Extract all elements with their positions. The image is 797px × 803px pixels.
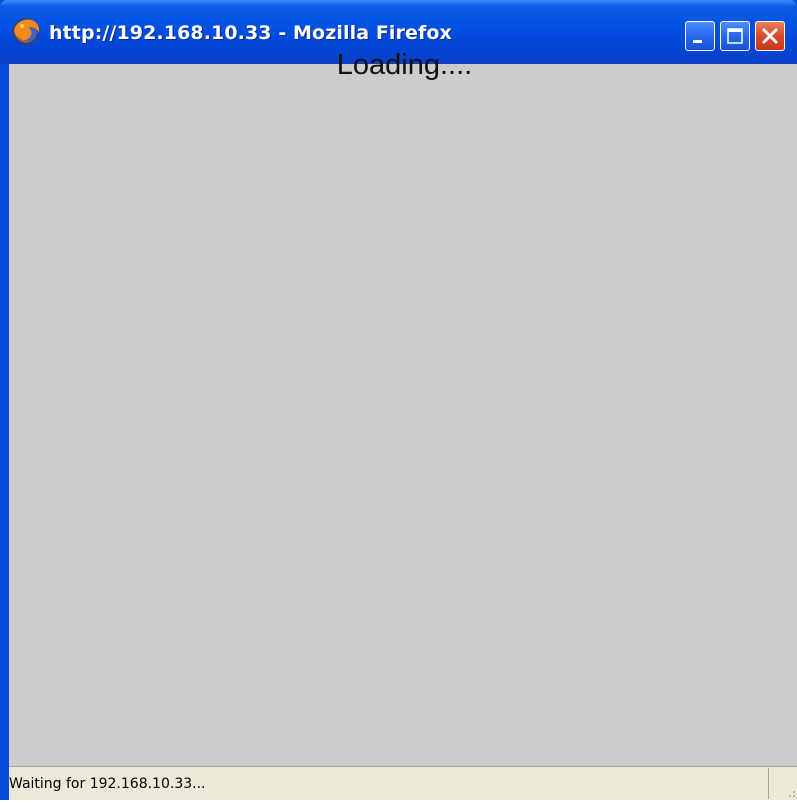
close-icon xyxy=(762,28,778,44)
status-text: Waiting for 192.168.10.33... xyxy=(9,776,206,792)
maximize-icon xyxy=(727,28,743,44)
resize-grip-icon[interactable] xyxy=(779,779,797,799)
loading-message: Loading.... xyxy=(336,49,473,81)
close-button[interactable] xyxy=(755,21,785,51)
firefox-icon[interactable] xyxy=(10,16,42,48)
page-content xyxy=(9,64,797,766)
status-bar: Waiting for 192.168.10.33... xyxy=(9,766,797,800)
minimize-button[interactable] xyxy=(685,21,715,51)
minimize-icon xyxy=(693,40,702,43)
browser-window: http://192.168.10.33 - Mozilla Firefox L… xyxy=(0,0,797,800)
window-title: http://192.168.10.33 - Mozilla Firefox xyxy=(49,22,452,44)
maximize-button[interactable] xyxy=(720,21,750,51)
status-panel: Waiting for 192.168.10.33... xyxy=(9,768,769,799)
